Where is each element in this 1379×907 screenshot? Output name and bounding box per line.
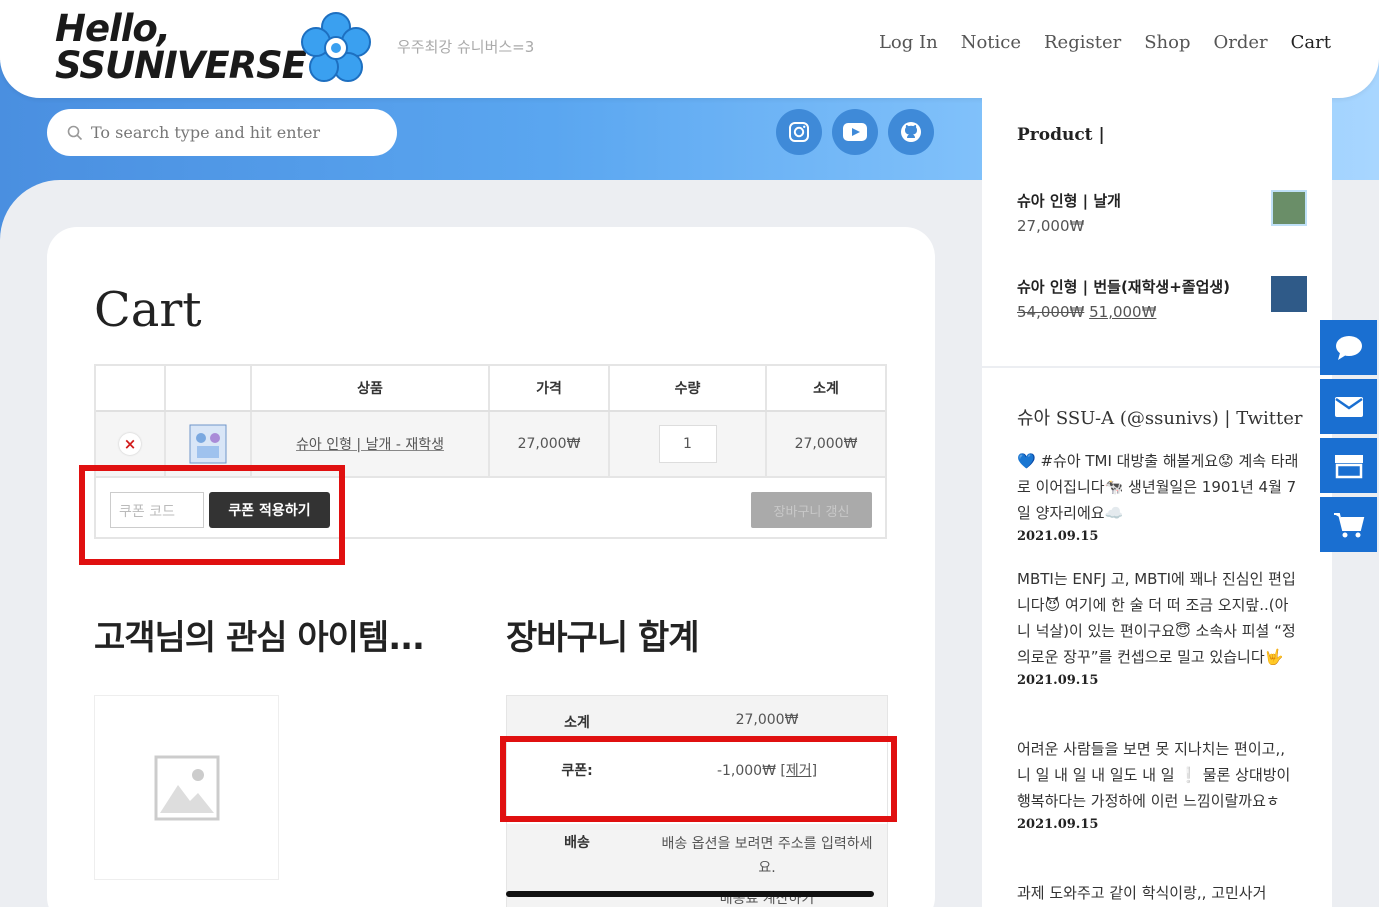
shipping-text: 배송 옵션을 보려면 주소를 입력하세요.: [661, 836, 873, 876]
product-price: 27,000₩: [490, 412, 610, 476]
highlight-coupon-box: [79, 465, 345, 565]
search-placeholder: To search type and hit enter: [91, 123, 321, 142]
highlight-coupon-discount: [500, 736, 897, 822]
tweet-date[interactable]: 2021.09.15: [1017, 814, 1302, 836]
product-subtotal: 27,000₩: [794, 436, 858, 452]
update-cart-button[interactable]: 장바구니 갱신: [751, 492, 872, 528]
sidebar-product-name[interactable]: 슈아 인형 | 번들(재학생+졸업생): [1017, 276, 1307, 297]
col-thumb: [166, 366, 252, 410]
page-title: Cart: [94, 282, 202, 338]
tweet-text: MBTI는 ENFJ 고, MBTI에 꽤나 진심인 편입니다😈 여기에 한 술…: [1017, 570, 1296, 666]
nav-login[interactable]: Log In: [879, 32, 938, 53]
site-header: Hello, SSUNIVERSE 우주최강 슈니버스=3 Log In Not…: [0, 0, 1379, 98]
col-product: 상품: [252, 366, 490, 410]
quantity-input[interactable]: 1: [658, 425, 717, 463]
nav-notice[interactable]: Notice: [961, 32, 1021, 53]
subtotal-value: 27,000₩: [735, 712, 799, 728]
twitter-title[interactable]: 슈아 SSU-A (@ssunivs) | Twitter: [1017, 404, 1302, 430]
nav-shop[interactable]: Shop: [1144, 32, 1190, 53]
remove-item-icon[interactable]: ×: [119, 433, 141, 455]
sidebar-product-price: 27,000₩: [1017, 217, 1085, 235]
sidebar-product-thumb[interactable]: [1271, 190, 1307, 226]
cart-totals-title: 장바구니 합계: [506, 618, 700, 658]
flower-logo-icon: [301, 12, 371, 82]
tweet-text: 어려운 사람들을 보면 못 지나치는 편이고,, 니 일 내 일 내 일도 내 …: [1017, 740, 1291, 810]
youtube-icon[interactable]: [832, 109, 878, 155]
sidebar-product[interactable]: 슈아 인형 | 번들(재학생+졸업생) 54,000₩ 51,000₩: [1017, 276, 1307, 321]
instagram-icon[interactable]: [776, 109, 822, 155]
tweet-date[interactable]: 2021.09.15: [1017, 670, 1302, 692]
chat-icon[interactable]: [1320, 320, 1377, 375]
subtotal-label: 소계: [564, 715, 590, 731]
tweet-text: 💙 #슈아 TMI 대방출 해볼게요😟 계속 타래로 이어집니다🐄 생년월일은 …: [1017, 452, 1299, 522]
totals-subtotal-row: 소계 27,000₩: [507, 712, 887, 732]
totals-shipping-row: 배송 배송 옵션을 보려면 주소를 입력하세요.: [507, 832, 887, 880]
sidebar-product-heading: Product |: [1017, 125, 1105, 145]
nav-register[interactable]: Register: [1044, 32, 1121, 53]
site-tagline: 우주최강 슈니버스=3: [397, 38, 535, 56]
site-logo[interactable]: Hello, SSUNIVERSE: [55, 7, 307, 87]
logo-line1: Hello,: [55, 7, 171, 50]
horizontal-scrollbar[interactable]: [506, 891, 874, 897]
col-remove: [96, 366, 166, 410]
social-links: [776, 109, 934, 155]
tweet: 과제 도와주고 같이 학식이랑,, 고민사거: [1017, 880, 1302, 906]
sidebar-product-thumb[interactable]: [1271, 276, 1307, 312]
search-icon: [67, 125, 83, 140]
col-qty: 수량: [610, 366, 767, 410]
nav-cart[interactable]: Cart: [1291, 32, 1331, 53]
tweet-text: 과제 도와주고 같이 학식이랑,, 고민사거: [1017, 884, 1267, 902]
tweet: 💙 #슈아 TMI 대방출 해볼게요😟 계속 타래로 이어집니다🐄 생년월일은 …: [1017, 448, 1302, 548]
store-icon[interactable]: [1320, 438, 1377, 493]
col-price: 가격: [490, 366, 610, 410]
cart-icon[interactable]: [1320, 497, 1377, 552]
tweet: MBTI는 ENFJ 고, MBTI에 꽤나 진심인 편입니다😈 여기에 한 술…: [1017, 566, 1302, 692]
product-thumbnail[interactable]: [189, 424, 227, 464]
logo-line2: SSUNIVERSE: [55, 44, 307, 87]
image-placeholder-icon: [154, 755, 219, 820]
placeholder-image[interactable]: [94, 695, 279, 880]
sidebar-product[interactable]: 슈아 인형 | 날개 27,000₩: [1017, 190, 1307, 235]
cross-sells-title: 고객님의 관심 아이템...: [94, 618, 425, 658]
nav-order[interactable]: Order: [1214, 32, 1268, 53]
col-subtotal: 소계: [813, 381, 839, 397]
mail-icon[interactable]: [1320, 379, 1377, 434]
main-nav: Log In Notice Register Shop Order Cart: [879, 32, 1331, 53]
shipping-label: 배송: [564, 835, 590, 851]
sidebar-product-name[interactable]: 슈아 인형 | 날개: [1017, 190, 1307, 211]
tweet-date[interactable]: 2021.09.15: [1017, 526, 1302, 548]
tweet: 어려운 사람들을 보면 못 지나치는 편이고,, 니 일 내 일 내 일도 내 …: [1017, 736, 1302, 836]
sidebar: Product | 슈아 인형 | 날개 27,000₩ 슈아 인형 | 번들(…: [982, 98, 1332, 907]
sidebar-product-old-price: 54,000₩: [1017, 303, 1085, 321]
github-icon[interactable]: [888, 109, 934, 155]
table-header: 상품 가격 수량 소계: [96, 366, 885, 412]
product-link[interactable]: 슈아 인형 | 날개 - 재학생: [296, 434, 444, 454]
sidebar-product-price: 51,000₩: [1089, 303, 1157, 321]
sidebar-divider: [982, 366, 1332, 368]
search-bar[interactable]: To search type and hit enter: [47, 109, 397, 156]
floating-buttons: [1320, 320, 1377, 552]
